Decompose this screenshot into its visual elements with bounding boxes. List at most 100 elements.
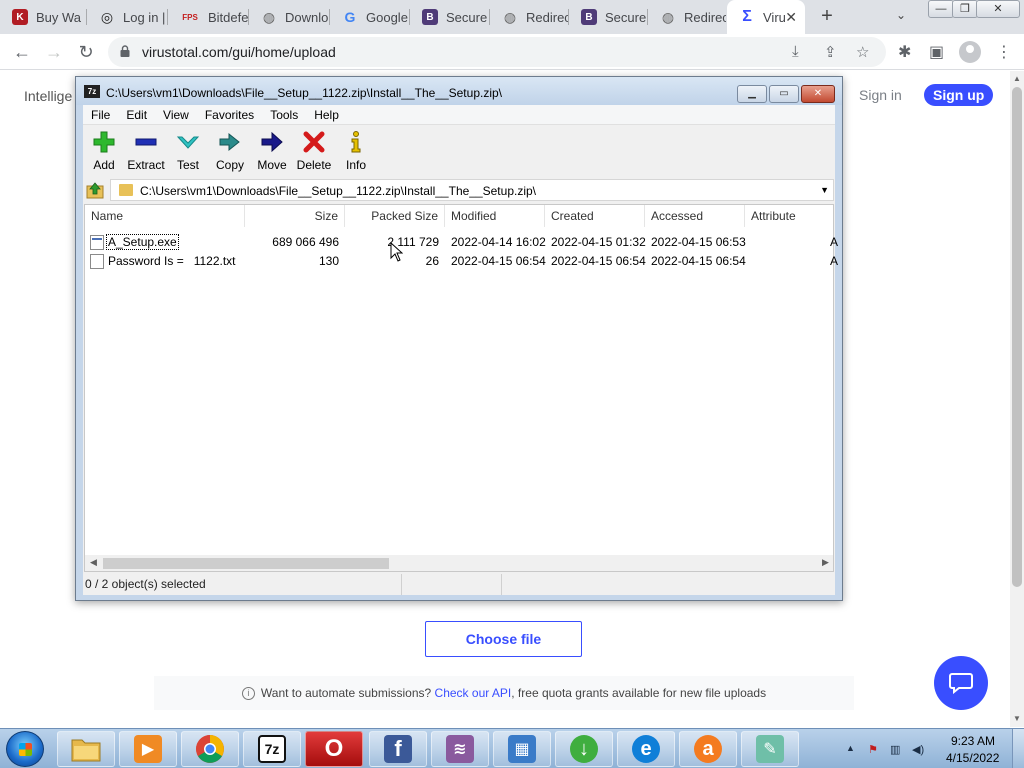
bookmark-star-icon[interactable]: ☆	[856, 43, 869, 61]
column-packed-size[interactable]: Packed Size	[345, 205, 445, 227]
extract-button[interactable]: Extract	[124, 130, 168, 172]
window-minimize-button[interactable]: —	[928, 0, 954, 18]
7zip-minimize-button[interactable]: ▁	[737, 85, 767, 103]
action-center-flag-icon[interactable]: ⚑	[868, 743, 878, 756]
menu-file[interactable]: File	[83, 105, 118, 124]
network-icon[interactable]: ▥	[890, 743, 900, 756]
scroll-right-icon[interactable]: ▶	[822, 557, 829, 568]
window-maximize-button[interactable]: ❐	[952, 0, 978, 18]
browser-tab-8[interactable]: B Secure	[569, 0, 647, 34]
menu-favorites[interactable]: Favorites	[197, 105, 262, 124]
path-text[interactable]: C:\Users\vm1\Downloads\File__Setup__1122…	[140, 184, 536, 198]
taskbar-facebook[interactable]: f	[369, 731, 427, 767]
column-name[interactable]: Name	[85, 205, 245, 227]
menu-edit[interactable]: Edit	[118, 105, 155, 124]
new-tab-button[interactable]: +	[817, 6, 837, 26]
virustotal-icon: Σ	[742, 8, 752, 25]
taskbar-notepad[interactable]: ✎	[741, 731, 799, 767]
column-size[interactable]: Size	[245, 205, 345, 227]
scroll-down-icon[interactable]: ▼	[1013, 714, 1021, 723]
menu-icon[interactable]: ⋮	[996, 42, 1012, 62]
browser-tab-7[interactable]: ◍ Redirec	[490, 0, 568, 34]
delete-button[interactable]: Delete	[292, 130, 336, 172]
reload-button[interactable]: ↻	[76, 42, 96, 62]
path-combobox[interactable]: C:\Users\vm1\Downloads\File__Setup__1122…	[110, 179, 834, 201]
chat-button[interactable]	[934, 656, 988, 710]
taskbar-chrome[interactable]	[181, 731, 239, 767]
dropdown-arrow-icon[interactable]: ▼	[820, 185, 829, 195]
intelligence-link[interactable]: Intellige	[24, 88, 72, 104]
add-button[interactable]: Add	[82, 130, 126, 172]
side-panel-icon[interactable]: ▣	[929, 42, 944, 62]
browser-tab-5[interactable]: G Google	[330, 0, 409, 34]
api-link[interactable]: Check our API	[435, 686, 512, 700]
taskbar-control-panel[interactable]: ▦	[493, 731, 551, 767]
file-list[interactable]: Name Size Packed Size Modified Created A…	[84, 204, 839, 572]
taskbar-winrar[interactable]: ≋	[431, 731, 489, 767]
file-attributes: A	[830, 254, 839, 268]
browser-tab-9[interactable]: ◍ Redirec	[648, 0, 726, 34]
table-row[interactable]: A_Setup.exe 689 066 496 2 111 729 2022-0…	[85, 233, 838, 252]
back-button[interactable]: ←	[12, 42, 32, 62]
file-size: 130	[318, 254, 339, 268]
menu-tools[interactable]: Tools	[262, 105, 306, 124]
taskbar-explorer[interactable]	[57, 731, 115, 767]
sign-in-link[interactable]: Sign in	[859, 87, 902, 103]
7zip-titlebar[interactable]: 7z C:\Users\vm1\Downloads\File__Setup__1…	[76, 77, 842, 105]
url-text[interactable]: virustotal.com/gui/home/upload	[142, 44, 336, 60]
install-icon[interactable]: ⤓	[792, 43, 799, 60]
browser-tab-active[interactable]: Σ Viru ✕	[727, 0, 805, 34]
column-accessed[interactable]: Accessed	[645, 205, 745, 227]
move-button[interactable]: Move	[250, 130, 294, 172]
browser-tab-1[interactable]: K Buy Wa	[0, 0, 85, 34]
page-scrollbar[interactable]: ▲ ▼	[1010, 71, 1024, 727]
share-icon[interactable]: ⇪	[824, 43, 837, 61]
horizontal-scrollbar-thumb[interactable]	[103, 558, 389, 569]
browser-tab-2[interactable]: ◎ Log in |	[87, 0, 167, 34]
tab-close-icon[interactable]: ✕	[785, 9, 797, 26]
profile-avatar[interactable]	[959, 41, 981, 63]
tab-search-icon[interactable]: ⌄	[896, 8, 906, 22]
browser-tab-4[interactable]: ◍ Downlo	[249, 0, 329, 34]
clock-date[interactable]: 4/15/2022	[946, 751, 999, 765]
show-desktop-button[interactable]	[1012, 729, 1024, 768]
file-name[interactable]: Password Is = 1122.txt	[108, 254, 236, 268]
window-close-button[interactable]: ✕	[976, 0, 1020, 18]
browser-tab-3[interactable]: FPS Bitdefe	[168, 0, 248, 34]
volume-icon[interactable]: ◀)	[912, 743, 924, 756]
choose-file-button[interactable]: Choose file	[425, 621, 582, 657]
taskbar-edge[interactable]: e	[617, 731, 675, 767]
copy-button[interactable]: Copy	[208, 130, 252, 172]
table-row[interactable]: Password Is = 1122.txt 130 26 2022-04-15…	[85, 252, 839, 271]
menu-help[interactable]: Help	[306, 105, 347, 124]
horizontal-scrollbar[interactable]: ◀ ▶	[85, 555, 833, 571]
info-button[interactable]: Info	[334, 130, 378, 172]
start-button[interactable]	[6, 731, 44, 767]
sign-up-button[interactable]: Sign up	[924, 84, 994, 106]
column-created[interactable]: Created	[545, 205, 645, 227]
tab-title: Downlo	[285, 9, 329, 25]
show-hidden-icons-icon[interactable]: ▲	[846, 743, 855, 753]
7zip-maximize-button[interactable]: ▭	[769, 85, 799, 103]
address-bar[interactable]: virustotal.com/gui/home/upload ⤓ ⇪ ☆	[108, 37, 886, 67]
scroll-left-icon[interactable]: ◀	[90, 557, 97, 568]
taskbar-opera[interactable]: O	[305, 731, 363, 767]
extensions-icon[interactable]: ✱	[898, 42, 911, 62]
taskbar-download-manager[interactable]: ↓	[555, 731, 613, 767]
scroll-up-icon[interactable]: ▲	[1013, 74, 1021, 83]
browser-tab-6[interactable]: B Secure	[410, 0, 489, 34]
tab-title: Redirec	[684, 9, 726, 25]
up-folder-icon[interactable]	[86, 181, 104, 199]
taskbar-media-player[interactable]: ▶	[119, 731, 177, 767]
forward-button[interactable]: →	[44, 42, 64, 62]
file-name[interactable]: A_Setup.exe	[106, 234, 179, 250]
taskbar-avast[interactable]: a	[679, 731, 737, 767]
taskbar-7zip[interactable]: 7z	[243, 731, 301, 767]
scrollbar-thumb[interactable]	[1012, 87, 1022, 587]
clock-time[interactable]: 9:23 AM	[951, 734, 995, 748]
menu-view[interactable]: View	[155, 105, 197, 124]
column-modified[interactable]: Modified	[445, 205, 545, 227]
column-attributes[interactable]: Attribute	[745, 205, 835, 227]
7zip-close-button[interactable]: ✕	[801, 85, 835, 103]
test-button[interactable]: Test	[166, 130, 210, 172]
